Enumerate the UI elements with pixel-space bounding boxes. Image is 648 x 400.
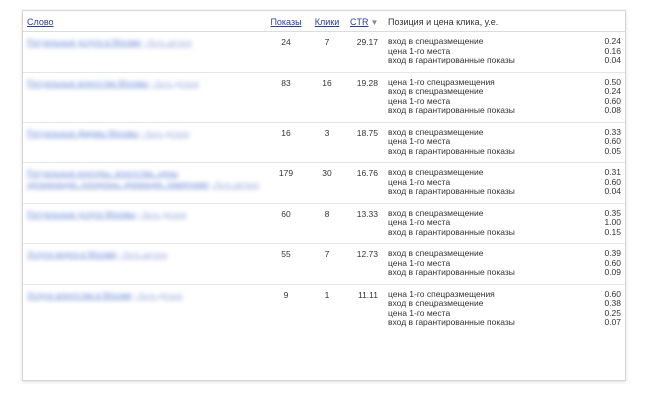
keyword-cell: Ритуальные агентства Москвы › быть детал… xyxy=(23,72,264,123)
keyword-link[interactable]: Услуги агентства в Москве xyxy=(27,290,132,301)
keyword-details-link[interactable]: › быть детали xyxy=(211,179,259,190)
header-position: Позиция и цена клика, у.е. xyxy=(384,11,625,32)
keyword-cell: Ритуальные услуги Москвы › быть детали xyxy=(23,203,264,244)
position-label: вход в гарантированные показы xyxy=(388,186,515,196)
clicks-cell: 1 xyxy=(324,289,330,300)
shows-cell: 83 xyxy=(264,72,308,123)
ctr-cell: 19.28 xyxy=(346,72,384,123)
shows-cell: 16 xyxy=(264,122,308,163)
ctr-cell: 18.75 xyxy=(346,122,384,163)
keyword-link[interactable]: Услуги морга в Москве xyxy=(27,249,117,260)
position-line: вход в гарантированные показы 0.04 xyxy=(388,55,621,66)
position-label: вход в гарантированные показы xyxy=(388,55,515,65)
table-row: Ритуальные агентства Москвы › быть детал… xyxy=(23,72,625,123)
keyword-details-link[interactable]: › быть детали xyxy=(141,128,189,139)
keyword-details-link[interactable]: › быть детали xyxy=(144,37,192,48)
header-word: Слово xyxy=(23,11,264,32)
clicks-cell: 3 xyxy=(308,122,346,163)
table-header-row: Слово Показы Клики CTR ▼ Позиция и цена к… xyxy=(23,11,625,32)
header-ctr: CTR ▼ xyxy=(346,11,384,32)
position-price: 0.04 xyxy=(604,186,621,196)
clicks-cell: 7 xyxy=(308,243,346,285)
keyword-details-link[interactable]: › быть детали xyxy=(151,78,199,89)
position-cell: вход в спецразмещение 0.33 цена 1-го места… xyxy=(384,122,625,163)
position-line: вход в гарантированные показы 0.04 xyxy=(388,186,621,197)
keyword-details-link[interactable]: › быть детали xyxy=(138,209,186,220)
keyword-cell: Услуги агентства в Москве › быть детали xyxy=(23,284,264,334)
position-line: вход в гарантированные показы 0.15 xyxy=(388,226,621,238)
sort-by-ctr-link[interactable]: CTR xyxy=(350,17,369,27)
position-label: вход в гарантированные показы xyxy=(388,317,515,327)
ctr-cell: 12.73 xyxy=(346,243,384,285)
shows-cell: 55 xyxy=(264,243,308,285)
clicks-cell: 16 xyxy=(308,72,346,123)
position-label: вход в гарантированные показы xyxy=(388,226,515,237)
sort-by-clicks-link[interactable]: Клики xyxy=(315,17,340,27)
keyword-details-link[interactable]: › быть детали xyxy=(119,249,167,260)
ctr-cell: 29.17 xyxy=(346,31,384,73)
table-row: Услуги морга в Москве › быть детали 55 7… xyxy=(23,243,625,285)
sort-desc-arrow-icon: ▼ xyxy=(370,18,379,27)
keyword-link-line2[interactable]: организация, похороны, кремация, памятни… xyxy=(27,179,208,190)
keyword-link[interactable]: Ритуальные фирмы Москвы xyxy=(27,128,139,139)
position-line: вход в гарантированные показы 0.09 xyxy=(388,267,621,278)
keyword-link[interactable]: Ритуальные услуги Москвы xyxy=(27,209,136,220)
keyword-link[interactable]: Ритуальные агентства Москвы xyxy=(27,78,149,89)
shows-cell: 9 xyxy=(283,289,289,300)
keyword-details-link[interactable]: › быть детали xyxy=(134,290,182,301)
position-price: 0.15 xyxy=(604,226,621,237)
position-line: вход в гарантированные показы 0.05 xyxy=(388,145,621,157)
position-label: вход в гарантированные показы xyxy=(388,105,515,115)
table-row: Ритуальные фирмы Москвы › быть детали 16… xyxy=(23,122,625,163)
position-line: вход в гарантированные показы 0.07 xyxy=(388,317,621,328)
position-cell: вход в спецразмещение 0.35 цена 1-го места… xyxy=(384,203,625,244)
clicks-cell: 30 xyxy=(308,162,346,204)
position-price: 0.07 xyxy=(604,317,621,327)
keyword-cell: Ритуальные конторы, агентства, цены орга… xyxy=(23,162,264,204)
table-row: Ритуальные конторы, агентства, цены орга… xyxy=(23,162,625,204)
keyword-cell: Услуги морга в Москве › быть детали xyxy=(23,243,264,285)
position-label: вход в гарантированные показы xyxy=(388,145,515,156)
table-row: Ритуальные услуги в Москве › быть детали… xyxy=(23,31,625,73)
position-label: вход в гарантированные показы xyxy=(388,267,515,277)
keyword-stats-table: Слово Показы Клики CTR ▼ Позиция и цена к… xyxy=(23,11,625,334)
shows-cell: 179 xyxy=(264,162,308,204)
position-cell: вход в спецразмещение 0.24 цена 1-го места… xyxy=(384,31,625,73)
keyword-stats-panel: Слово Показы Клики CTR ▼ Позиция и цена к… xyxy=(22,10,626,381)
shows-cell: 60 xyxy=(264,203,308,244)
shows-cell: 24 xyxy=(264,31,308,73)
clicks-cell: 7 xyxy=(308,31,346,73)
position-price: 0.04 xyxy=(604,55,621,65)
keyword-cell: Ритуальные фирмы Москвы › быть детали xyxy=(23,122,264,163)
position-cell: вход в спецразмещение 0.39 цена 1-го места… xyxy=(384,243,625,285)
ctr-cell: 11.11 xyxy=(357,289,378,300)
table-row: Ритуальные услуги Москвы › быть детали 6… xyxy=(23,203,625,244)
keyword-link[interactable]: Ритуальные конторы, агентства, цены xyxy=(27,168,178,179)
keyword-link[interactable]: Ритуальные услуги в Москве xyxy=(27,37,141,48)
position-cell: цена 1-го спецразмещения 0.60 вход в спецр… xyxy=(384,284,625,334)
position-price: 0.08 xyxy=(604,105,621,115)
ctr-cell: 16.76 xyxy=(346,162,384,204)
position-cell: вход в спецразмещение 0.31 цена 1-го места… xyxy=(384,162,625,204)
header-shows: Показы xyxy=(264,11,308,32)
position-cell: цена 1-го спецразмещения 0.50 вход в спецр… xyxy=(384,72,625,123)
sort-by-word-link[interactable]: Слово xyxy=(27,17,54,27)
sort-by-shows-link[interactable]: Показы xyxy=(270,17,301,27)
keyword-cell: Ритуальные услуги в Москве › быть детали xyxy=(23,31,264,73)
position-price: 0.09 xyxy=(604,267,621,277)
clicks-cell: 8 xyxy=(308,203,346,244)
ctr-cell: 13.33 xyxy=(346,203,384,244)
header-clicks: Клики xyxy=(308,11,346,32)
table-row: Услуги агентства в Москве › быть детали … xyxy=(23,284,625,334)
position-price: 0.05 xyxy=(604,145,621,156)
table-body: Ритуальные услуги в Москве › быть детали… xyxy=(23,31,625,334)
position-line: вход в гарантированные показы 0.08 xyxy=(388,105,621,116)
